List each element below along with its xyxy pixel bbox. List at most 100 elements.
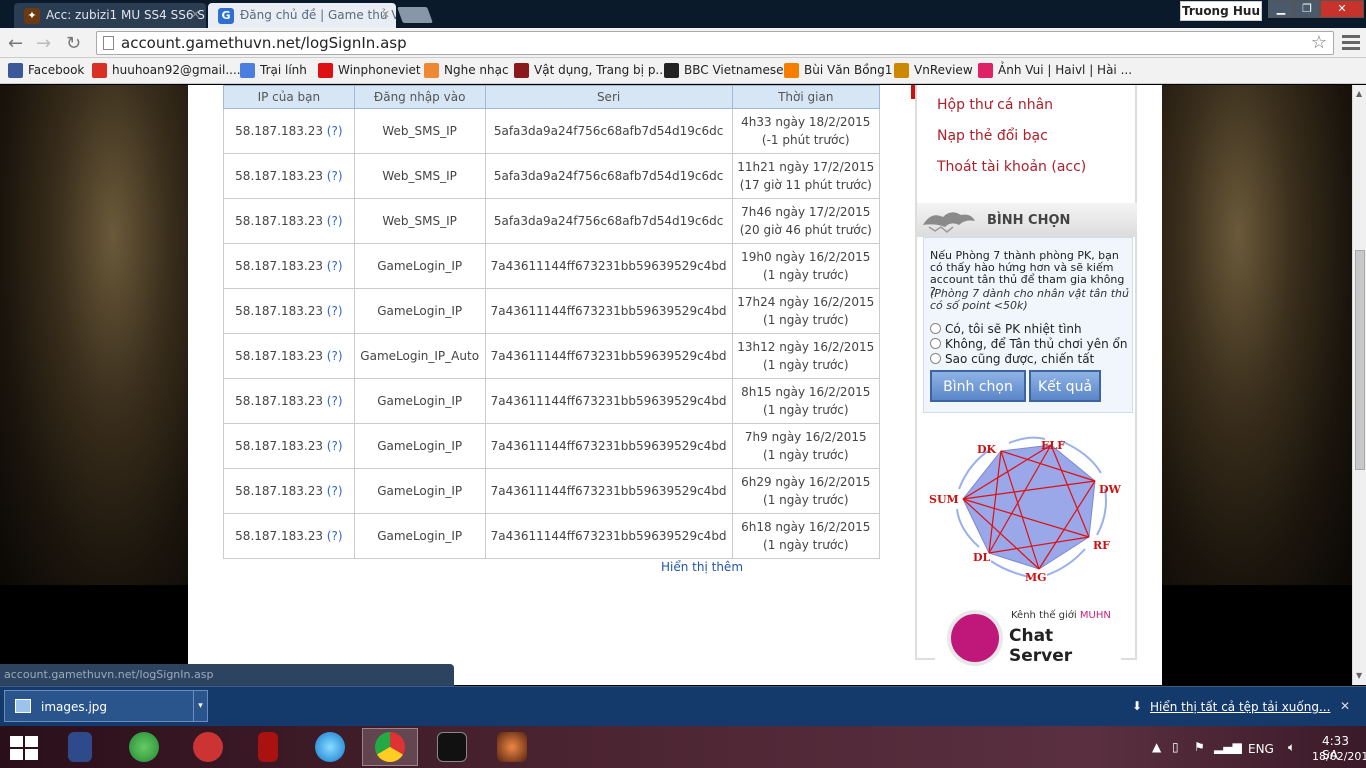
poll-option-yes[interactable]: Có, tôi sẽ PK nhiệt tình (930, 322, 1082, 336)
profile-button[interactable]: Truong Huu (1180, 1, 1262, 21)
music-icon (424, 63, 439, 78)
reload-icon[interactable]: ↻ (66, 33, 81, 54)
radio-icon[interactable] (930, 323, 941, 334)
cell-ip: 58.187.183.23 (?) (223, 243, 355, 289)
cell-time: 11h21 ngày 17/2/2015 (17 giờ 11 phút trướ… (731, 153, 881, 199)
radio-icon[interactable] (930, 353, 941, 364)
dragon-icon (923, 212, 975, 233)
bag-icon (258, 732, 278, 762)
chat-server-banner[interactable]: Kênh thế giới MUHN Chat Server (935, 592, 1121, 682)
show-all-downloads-link[interactable]: ⬇ Hiển thị tất cả tệp tải xuống... (1132, 699, 1330, 714)
logout-link[interactable]: Thoát tài khoản (acc) (937, 159, 1086, 175)
radio-icon[interactable] (930, 338, 941, 349)
show-more-link[interactable]: Hiển thị thêm (661, 560, 743, 574)
network-icon[interactable]: ▂▄▆ (1214, 740, 1242, 754)
ip-help-link[interactable]: (?) (327, 394, 343, 408)
facebook-icon (8, 63, 23, 78)
cell-seri: 7a43611144ff673231bb59639529c4bd (484, 513, 733, 559)
bookmark-item[interactable]: Nghe nhạc (424, 63, 509, 78)
class-label-dw: DW (1099, 483, 1122, 496)
flag-icon[interactable]: ⚑ (1194, 740, 1205, 754)
new-tab-button[interactable] (397, 7, 433, 23)
close-window-button[interactable]: ✕ (1320, 0, 1364, 18)
volume-icon[interactable]: 🔈︎ (1288, 740, 1295, 755)
bookmark-item[interactable]: huuhoan92@gmail.... (92, 63, 241, 78)
tab-gamethuvn[interactable]: G Đăng chủ đề | Game thủ V ✕ (208, 3, 396, 28)
chat-server-title: Chat Server (1009, 626, 1073, 666)
bookmark-item[interactable]: BBC Vietnamese (664, 63, 783, 78)
cell-seri: 7a43611144ff673231bb59639529c4bd (484, 423, 733, 469)
table-row: 58.187.183.23 (?) Web_SMS_IP 5afa3da9a24f7… (223, 153, 881, 199)
inbox-link[interactable]: Hộp thư cá nhân (937, 97, 1053, 113)
background-art-right (1162, 85, 1352, 585)
table-row: 58.187.183.23 (?) GameLogin_IP 7a43611144f… (223, 288, 881, 334)
scroll-down-icon[interactable]: ▼ (1356, 671, 1362, 680)
back-arrow-icon[interactable]: ← (8, 33, 23, 54)
cell-login: Web_SMS_IP (353, 153, 486, 199)
bookmark-item[interactable]: Vật dụng, Trang bị p... (514, 63, 667, 78)
google-icon (240, 63, 255, 78)
taskbar-app-idm[interactable] (116, 728, 172, 766)
col-time: Thời gian (731, 85, 881, 109)
taskbar-app-mu-launcher[interactable] (484, 728, 540, 766)
star-icon[interactable]: ☆ (1311, 32, 1327, 53)
scroll-up-icon[interactable]: ▲ (1356, 89, 1362, 98)
ip-help-link[interactable]: (?) (327, 304, 343, 318)
taskbar-app-chrome[interactable] (362, 728, 418, 766)
address-bar[interactable]: account.gamethuvn.net/logSignIn.asp ☆ (96, 31, 1334, 55)
chrome-menu-button[interactable] (1342, 32, 1360, 52)
system-tray: ▲ ▯ ⚑ ▂▄▆ ENG 🔈︎ 4:33 SA 18/02/2015 (1148, 726, 1366, 768)
ip-help-link[interactable]: (?) (327, 259, 343, 273)
poll-option-any[interactable]: Sao cũng được, chiến tất (930, 352, 1094, 366)
result-button[interactable]: Kết quả (1029, 370, 1101, 402)
bookmark-item[interactable]: Bùi Văn Bồng1 (784, 63, 892, 78)
show-hidden-icons-icon[interactable]: ▲ (1152, 740, 1161, 754)
bookmark-item[interactable]: Winphoneviet (318, 63, 421, 78)
taskbar-app-mu[interactable] (424, 728, 480, 766)
scroll-thumb[interactable] (1355, 250, 1365, 470)
bookmark-label: Ảnh Vui | Haivl | Hài ... (998, 63, 1133, 77)
ip-help-link[interactable]: (?) (327, 124, 343, 138)
download-item[interactable]: images.jpg ▾ (4, 690, 208, 722)
forward-arrow-icon[interactable]: → (36, 33, 51, 54)
ip-help-link[interactable]: (?) (327, 439, 343, 453)
cell-time: 7h46 ngày 17/2/2015 (20 giờ 46 phút trước… (731, 198, 881, 244)
bookmark-item[interactable]: VnReview (894, 63, 973, 78)
start-button[interactable] (10, 736, 38, 760)
table-row: 58.187.183.23 (?) GameLogin_IP 7a43611144f… (223, 423, 881, 469)
device-icon[interactable]: ▯ (1172, 740, 1179, 754)
col-ip: IP của bạn (223, 85, 355, 109)
poll-note: (Phòng 7 dành cho nhân vật tân thủ có số… (930, 287, 1129, 312)
ip-help-link[interactable]: (?) (327, 529, 343, 543)
chevron-down-icon[interactable]: ▾ (193, 691, 207, 721)
poll-option-no[interactable]: Không, để Tân thủ chơi yên ổn (930, 337, 1127, 351)
ip-help-link[interactable]: (?) (327, 349, 343, 363)
cell-login: GameLogin_IP (353, 243, 486, 289)
cell-time: 4h33 ngày 18/2/2015 (-1 phút trước) (731, 108, 881, 154)
internet-explorer-icon (315, 732, 345, 762)
close-icon[interactable]: ✕ (191, 8, 200, 21)
bookmark-item[interactable]: Facebook (8, 63, 84, 78)
vote-button[interactable]: Bình chọn (930, 370, 1026, 402)
close-icon[interactable]: ✕ (381, 8, 390, 21)
minimize-button[interactable]: ▁ (1268, 0, 1294, 18)
taskbar-app-notepad[interactable] (52, 728, 108, 766)
bookmark-item[interactable]: Trại lính (240, 63, 307, 78)
tab-mu-account[interactable]: ✦ Acc: zubizi1 MU SS4 SS6 S ✕ (14, 3, 206, 28)
ip-help-link[interactable]: (?) (327, 484, 343, 498)
mu-launcher-icon (497, 732, 527, 762)
clock-date[interactable]: 18/02/2015 (1312, 750, 1366, 763)
ip-help-link[interactable]: (?) (327, 169, 343, 183)
taskbar-app-ccleaner[interactable] (180, 728, 236, 766)
cell-login: GameLogin_IP (353, 288, 486, 334)
ip-help-link[interactable]: (?) (327, 214, 343, 228)
taskbar-app-ie[interactable] (302, 728, 358, 766)
language-indicator[interactable]: ENG (1248, 742, 1274, 756)
topup-link[interactable]: Nạp thẻ đổi bạc (937, 128, 1048, 144)
page-scrollbar[interactable]: ▲ ▼ (1352, 85, 1366, 685)
taskbar-app-bag[interactable] (240, 728, 296, 766)
bookmark-item[interactable]: Ảnh Vui | Haivl | Hài ... (978, 63, 1133, 78)
table-row: 58.187.183.23 (?) GameLogin_IP 7a43611144f… (223, 468, 881, 514)
close-icon[interactable]: ✕ (1340, 699, 1350, 713)
maximize-button[interactable]: ❐ (1294, 0, 1320, 18)
